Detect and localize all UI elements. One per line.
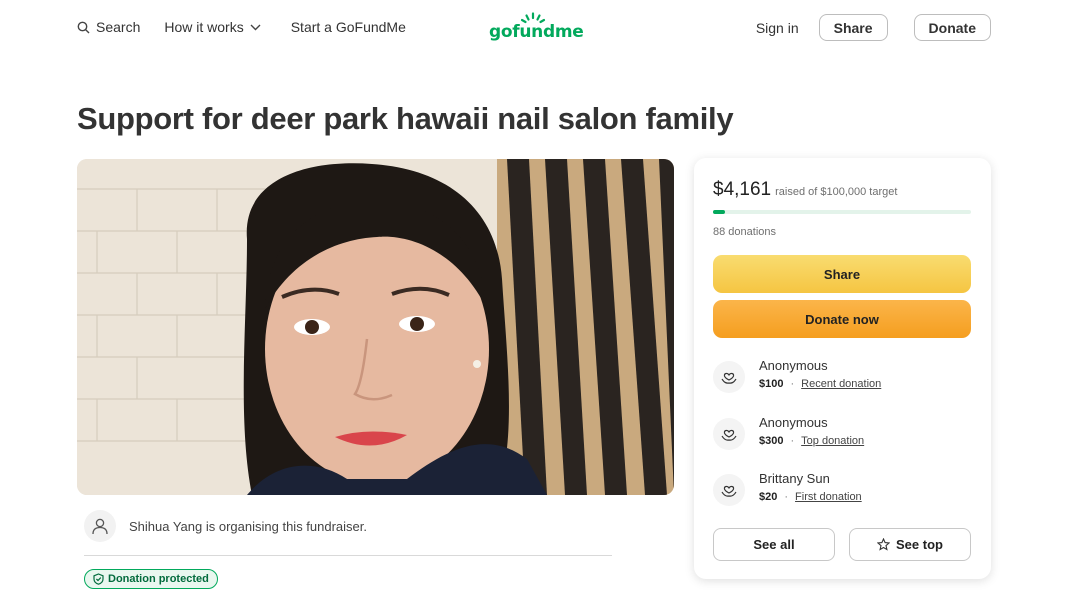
page-title: Support for deer park hawaii nail salon … bbox=[77, 101, 734, 136]
donation-protected-badge[interactable]: Donation protected bbox=[84, 569, 218, 589]
site-header: Search How it works Start a GoFundMe gof… bbox=[0, 0, 1080, 56]
sign-in-link[interactable]: Sign in bbox=[756, 20, 799, 36]
logo-text: gofundme bbox=[489, 22, 584, 42]
search-label: Search bbox=[96, 19, 141, 35]
donor-item: Anonymous $100 · Recent donation bbox=[713, 358, 971, 398]
donations-count: 88 donations bbox=[713, 226, 776, 238]
top-donation-link[interactable]: Top donation bbox=[801, 435, 864, 447]
chevron-down-icon bbox=[250, 24, 261, 30]
separator-dot: · bbox=[790, 378, 795, 390]
divider bbox=[84, 555, 612, 556]
separator-dot: · bbox=[790, 435, 795, 447]
organiser-row: Shihua Yang is organising this fundraise… bbox=[84, 510, 367, 542]
donor-meta: $20 · First donation bbox=[759, 491, 862, 503]
star-icon bbox=[877, 538, 891, 551]
donation-card: $4,161 raised of $100,000 target 88 dona… bbox=[694, 158, 991, 579]
separator-dot: · bbox=[784, 491, 789, 503]
donor-amount: $300 bbox=[759, 435, 784, 447]
how-it-works-menu[interactable]: How it works bbox=[164, 19, 266, 35]
header-share-button[interactable]: Share bbox=[818, 14, 888, 41]
donor-amount: $20 bbox=[759, 491, 778, 503]
heart-hand-icon bbox=[713, 361, 745, 393]
start-gofundme-link[interactable]: Start a GoFundMe bbox=[291, 19, 406, 35]
campaign-photo[interactable] bbox=[77, 159, 674, 495]
recent-donation-link[interactable]: Recent donation bbox=[801, 378, 881, 390]
shield-icon bbox=[93, 573, 104, 585]
donor-name: Brittany Sun bbox=[759, 471, 830, 486]
progress-fill bbox=[713, 210, 725, 214]
first-donation-link[interactable]: First donation bbox=[795, 491, 862, 503]
donor-meta: $100 · Recent donation bbox=[759, 378, 881, 390]
gofundme-logo[interactable]: gofundme bbox=[489, 12, 584, 44]
donor-name: Anonymous bbox=[759, 415, 828, 430]
header-donate-button[interactable]: Donate bbox=[913, 14, 991, 41]
heart-hand-icon bbox=[713, 474, 745, 506]
search-button[interactable]: Search bbox=[77, 19, 140, 35]
donor-name: Anonymous bbox=[759, 358, 828, 373]
progress-bar bbox=[713, 210, 971, 214]
donor-meta: $300 · Top donation bbox=[759, 435, 864, 447]
user-icon bbox=[92, 518, 108, 535]
donor-item: Brittany Sun $20 · First donation bbox=[713, 471, 971, 511]
donation-protected-label: Donation protected bbox=[108, 573, 209, 585]
search-icon bbox=[77, 21, 90, 33]
see-top-button[interactable]: See top bbox=[849, 528, 971, 561]
how-it-works-label: How it works bbox=[164, 19, 244, 35]
share-button[interactable]: Share bbox=[713, 255, 971, 293]
raised-summary: $4,161 raised of $100,000 target bbox=[713, 179, 897, 201]
raised-amount: $4,161 bbox=[713, 179, 772, 200]
start-gofundme-label: Start a GoFundMe bbox=[290, 19, 406, 35]
campaign-photo-image bbox=[77, 159, 674, 495]
donor-item: Anonymous $300 · Top donation bbox=[713, 415, 971, 455]
raised-target: raised of $100,000 target bbox=[775, 186, 898, 198]
nav-right: Sign in Share Donate bbox=[756, 14, 991, 41]
nav-left: Search How it works Start a GoFundMe bbox=[77, 19, 430, 35]
organiser-text: Shihua Yang is organising this fundraise… bbox=[129, 518, 368, 534]
donate-now-button[interactable]: Donate now bbox=[713, 300, 971, 338]
see-top-label: See top bbox=[896, 537, 943, 552]
see-all-button[interactable]: See all bbox=[713, 528, 835, 561]
see-all-label: See all bbox=[753, 537, 795, 552]
donor-amount: $100 bbox=[759, 378, 784, 390]
avatar[interactable] bbox=[84, 510, 116, 542]
heart-hand-icon bbox=[713, 418, 745, 450]
